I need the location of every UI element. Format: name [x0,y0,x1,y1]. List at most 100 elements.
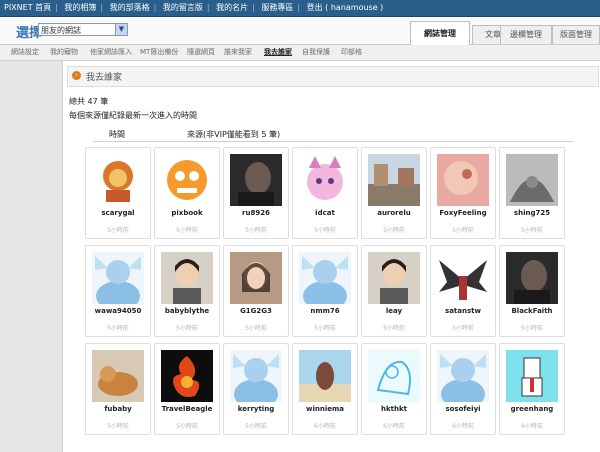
avatar[interactable] [230,350,282,402]
visit-card[interactable]: FoxyFeeling 5小時前 [430,147,496,239]
visit-username[interactable]: satanstw [431,307,495,315]
subnav-item-visited[interactable]: 我去誰家 [264,45,292,60]
topbar-link-logout[interactable]: 登出 ( hanamouse ) [303,3,384,12]
subnav-item-protection[interactable]: 自我保護 [302,45,330,60]
visit-time: 5小時前 [521,227,543,234]
visit-card[interactable]: aurorelu 5小時前 [361,147,427,239]
visit-username[interactable]: kerryting [224,405,288,413]
visit-card[interactable]: kerryting 5小時前 [223,343,289,435]
visit-card[interactable]: BlackFaith 5小時前 [499,245,565,337]
visit-card[interactable]: sosofeiyi 6小時前 [430,343,496,435]
avatar[interactable] [230,252,282,304]
avatar[interactable] [299,252,351,304]
tab-sidebar-manage[interactable]: 邊欄管理 [500,25,552,44]
visit-username[interactable]: sosofeiyi [431,405,495,413]
visit-username[interactable]: leay [362,307,426,315]
visit-username[interactable]: hkthkt [362,405,426,413]
visit-card[interactable]: pixbook 5小時前 [154,147,220,239]
subnav-item-blog-settings[interactable]: 網誌設定 [11,45,39,60]
visit-username[interactable]: winniema [293,405,357,413]
visit-username[interactable]: nmm76 [293,307,357,315]
avatar[interactable] [368,350,420,402]
divider: | [153,3,157,12]
topbar-link-home[interactable]: PIXNET 首頁 [0,3,51,12]
visit-card[interactable]: leay 5小時前 [361,245,427,337]
visit-card[interactable]: satanstw 5小時前 [430,245,496,337]
visit-card[interactable]: TravelBeagle 5小時前 [154,343,220,435]
visit-username[interactable]: pixbook [155,209,219,217]
visit-username[interactable]: fubaby [86,405,150,413]
avatar[interactable] [437,154,489,206]
avatar[interactable] [92,252,144,304]
visit-username[interactable]: babyblythe [155,307,219,315]
subnav-item-pages[interactable]: 隨選網頁 [187,45,215,60]
subnav-item-mt-export[interactable]: MT匯出備份 [140,45,178,60]
topbar-link-albums[interactable]: 我的相簿 [60,3,96,12]
visit-time: 5小時前 [245,227,267,234]
visit-username[interactable]: BlackFaith [500,307,564,315]
visit-time: 5小時前 [452,227,474,234]
visit-card[interactable]: hkthkt 6小時前 [361,343,427,435]
column-header-source: 來源(非VIP僅能看到 5 筆) [187,130,281,139]
visit-username[interactable]: wawa94050 [86,307,150,315]
visit-time: 5小時前 [521,325,543,332]
tab-blog-manage[interactable]: 網誌管理 [410,21,470,45]
visit-card[interactable]: winniema 6小時前 [292,343,358,435]
avatar[interactable] [161,154,213,206]
avatar[interactable] [368,154,420,206]
avatar[interactable] [437,252,489,304]
visit-card[interactable]: nmm76 5小時前 [292,245,358,337]
topbar-link-card[interactable]: 我的名片 [212,3,248,12]
visit-username[interactable]: ru8926 [224,209,288,217]
visit-username[interactable]: G1G2G3 [224,307,288,315]
visit-username[interactable]: shing725 [500,209,564,217]
visit-card[interactable]: G1G2G3 5小時前 [223,245,289,337]
avatar[interactable] [506,350,558,402]
header: 選擇 朋友的網誌 ▼ 網誌管理 文章管理 邊欄管理 版面管理 [0,17,600,45]
divider: | [252,3,255,12]
chevron-down-icon[interactable]: ▼ [115,24,127,35]
visit-username[interactable]: greenhang [500,405,564,413]
avatar[interactable] [230,154,282,206]
avatar[interactable] [506,252,558,304]
topbar-link-blog[interactable]: 我的部落格 [106,3,150,12]
divider: | [100,3,104,12]
visit-card[interactable]: shing725 5小時前 [499,147,565,239]
visit-username[interactable]: scarygal [86,209,150,217]
visit-username[interactable]: TravelBeagle [155,405,219,413]
tab-layout-manage[interactable]: 版面管理 [552,25,600,44]
avatar[interactable] [92,154,144,206]
topbar-link-guestbook[interactable]: 我的留言版 [159,3,203,12]
divider: | [206,3,210,12]
avatar[interactable] [437,350,489,402]
visit-time: 5小時前 [383,227,405,234]
subnav-item-print[interactable]: 印部格 [341,45,362,60]
visit-card[interactable]: babyblythe 5小時前 [154,245,220,337]
subnav-item-import[interactable]: 他家網誌匯入 [90,45,132,60]
avatar[interactable] [506,154,558,206]
avatar[interactable] [161,252,213,304]
avatar[interactable] [299,154,351,206]
subnav-item-pets[interactable]: 我的寵物 [50,45,78,60]
visit-card[interactable]: greenhang 6小時前 [499,343,565,435]
visit-card[interactable]: scarygal 5小時前 [85,147,151,239]
visit-card[interactable]: fubaby 5小時前 [85,343,151,435]
subnav-item-visitors[interactable]: 誰來我家 [224,45,252,60]
visit-card[interactable]: ru8926 5小時前 [223,147,289,239]
avatar[interactable] [368,252,420,304]
avatar[interactable] [161,350,213,402]
visit-time: 5小時前 [314,325,336,332]
visit-card[interactable]: idcat 5小時前 [292,147,358,239]
blog-select-dropdown[interactable]: 朋友的網誌 ▼ [38,23,128,36]
visit-username[interactable]: aurorelu [362,209,426,217]
visit-username[interactable]: idcat [293,209,357,217]
avatar[interactable] [299,350,351,402]
topbar-link-services[interactable]: 服務專區 [257,3,293,12]
visit-time: 5小時前 [245,325,267,332]
visit-username[interactable]: FoxyFeeling [431,209,495,217]
total-count: 總共 47 筆 [69,97,109,106]
visit-card[interactable]: wawa94050 5小時前 [85,245,151,337]
divider: | [297,3,301,12]
avatar[interactable] [92,350,144,402]
section-header: › 我去誰家 [67,66,599,87]
